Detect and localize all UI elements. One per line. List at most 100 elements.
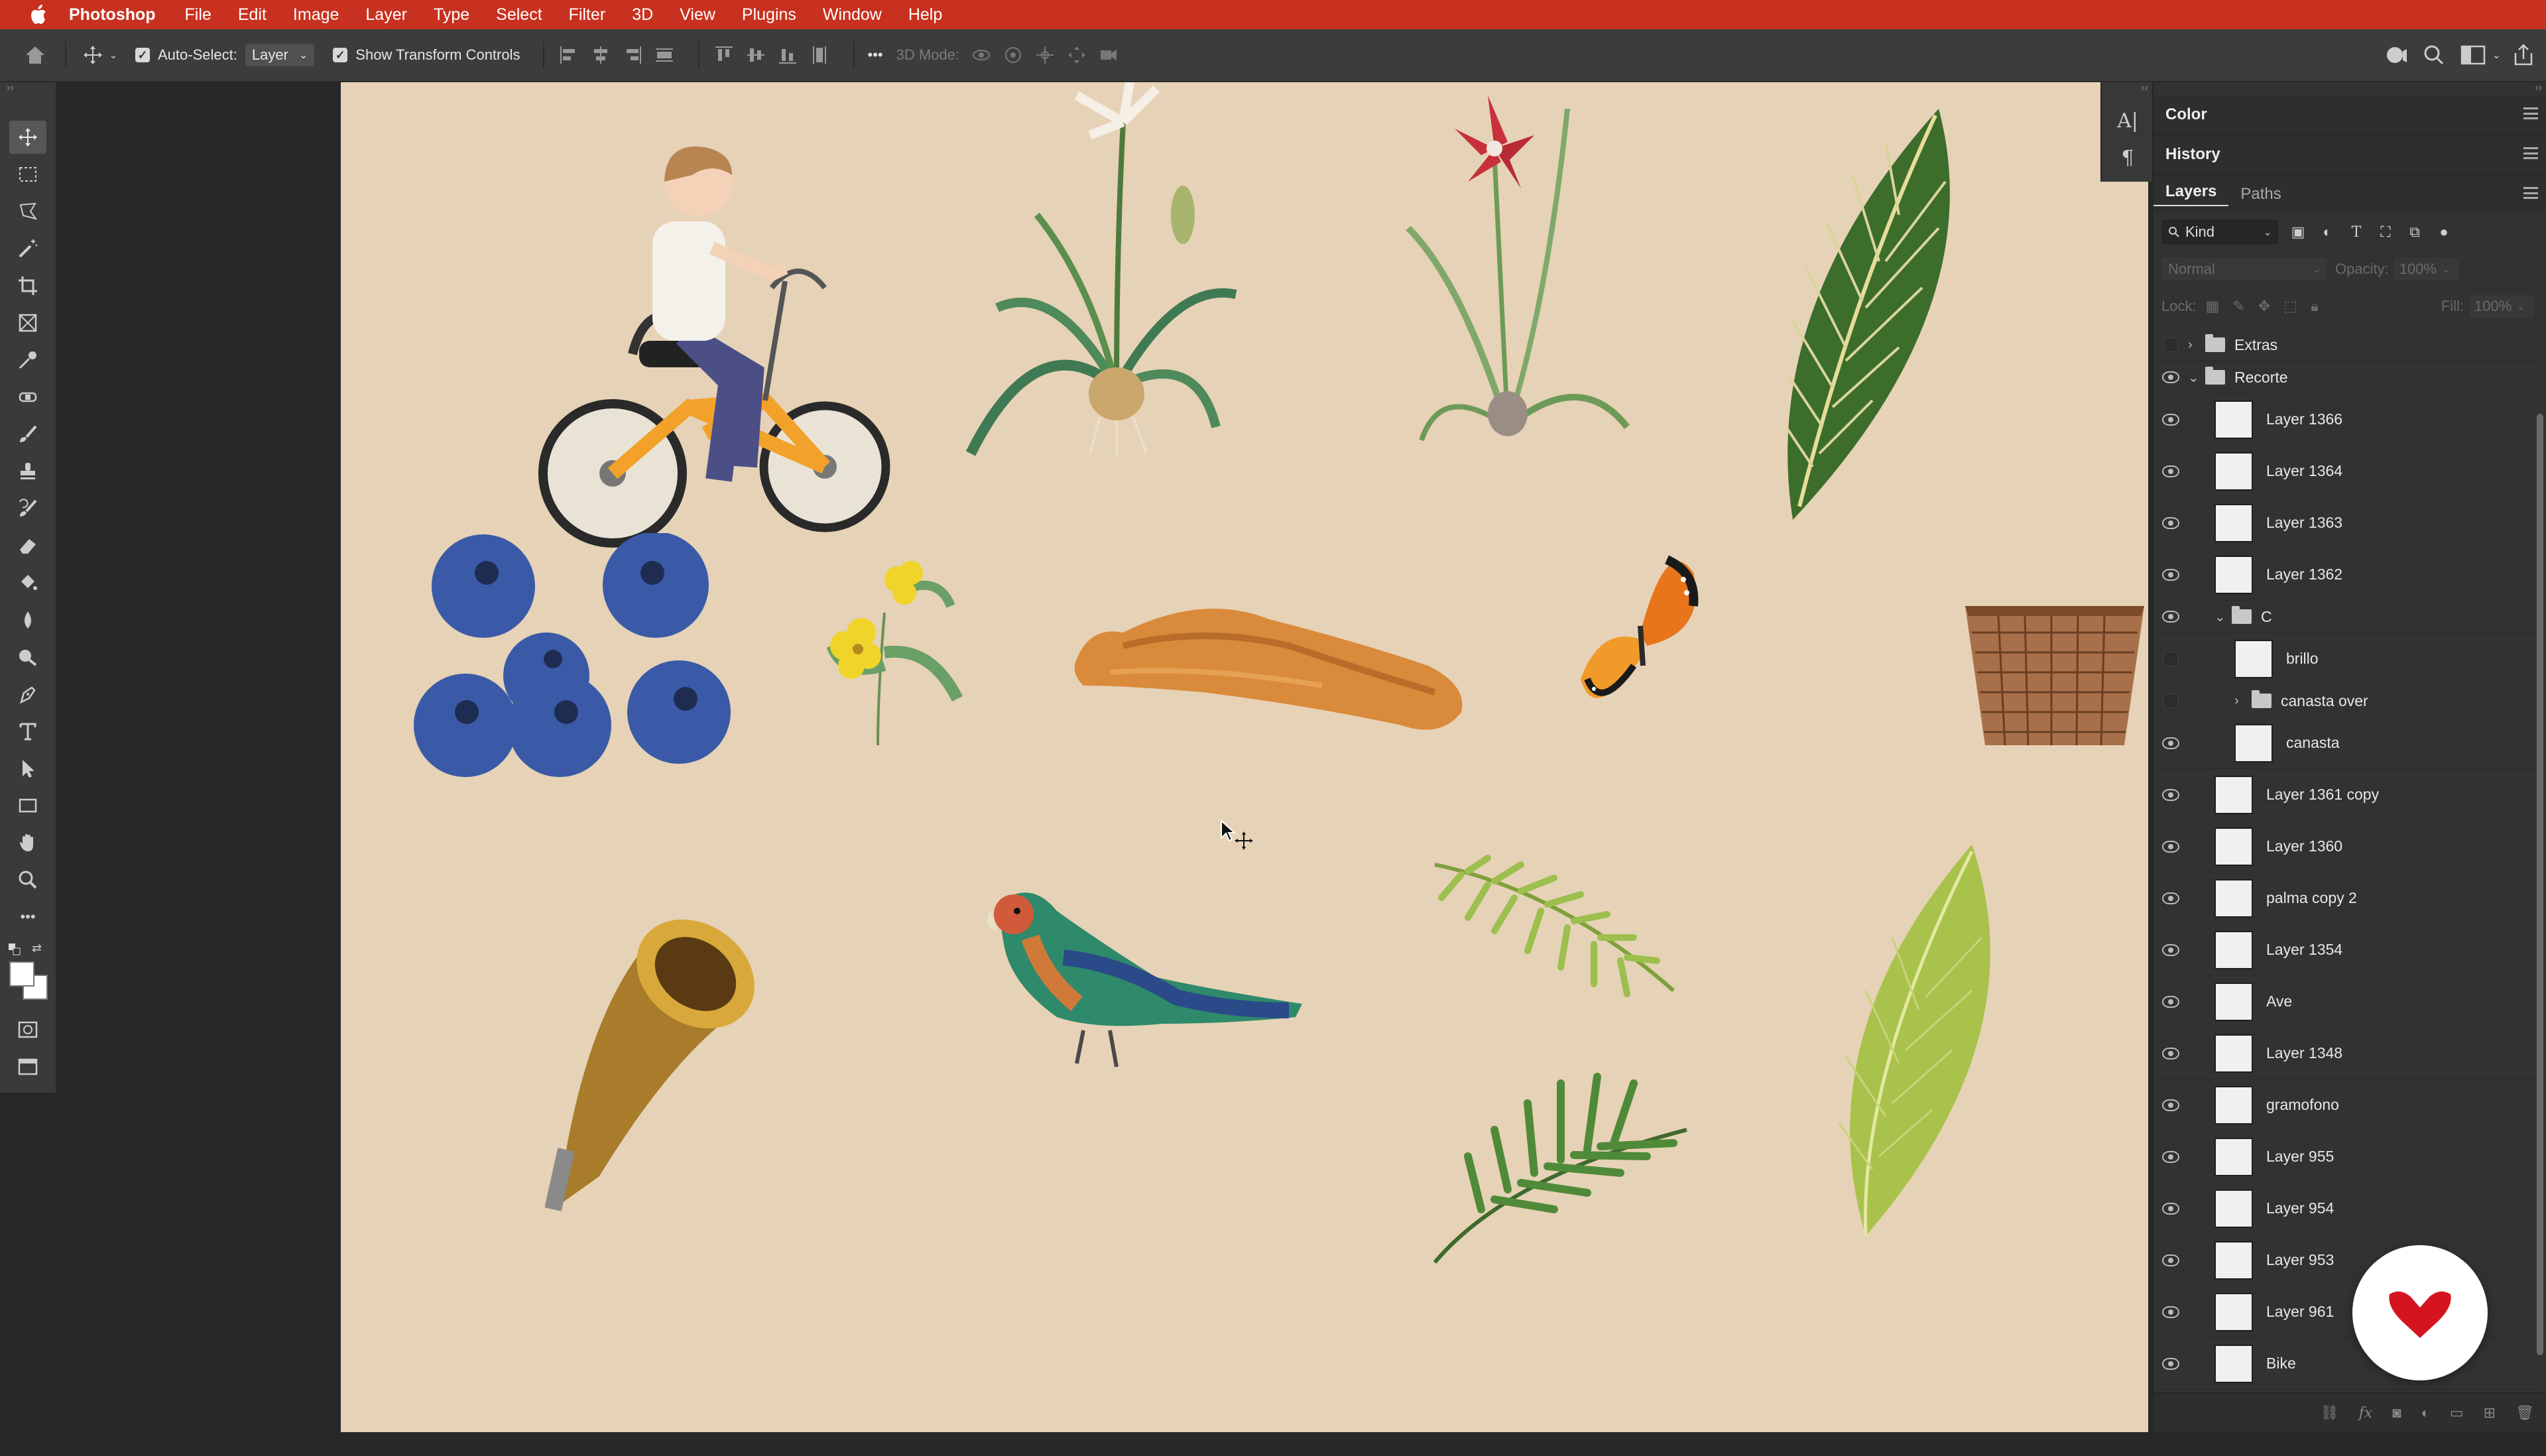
type-filter-icon[interactable]: T bbox=[2347, 223, 2366, 241]
dodge-tool-icon[interactable] bbox=[9, 640, 46, 674]
visibility-toggle[interactable] bbox=[2153, 1202, 2188, 1215]
menu-type[interactable]: Type bbox=[434, 5, 469, 25]
menu-view[interactable]: View bbox=[680, 5, 715, 25]
dock-grip-icon[interactable]: ›› bbox=[2153, 82, 2546, 95]
move-tool-preset-icon[interactable] bbox=[80, 42, 106, 68]
visibility-toggle[interactable] bbox=[2153, 892, 2188, 904]
visibility-toggle[interactable] bbox=[2153, 371, 2188, 383]
filter-toggle-icon[interactable]: ● bbox=[2435, 223, 2453, 241]
layer-row[interactable]: Layer 955 bbox=[2153, 1131, 2538, 1183]
toolbar-grip-icon[interactable]: ›› bbox=[0, 82, 56, 102]
visibility-toggle[interactable] bbox=[2153, 516, 2188, 529]
show-transform-checkbox[interactable]: ✓ bbox=[333, 48, 348, 62]
shape-filter-icon[interactable]: ⛶ bbox=[2376, 223, 2395, 241]
history-panel-header[interactable]: History bbox=[2153, 135, 2546, 175]
crop-tool-icon[interactable] bbox=[9, 269, 46, 302]
opacity-field[interactable]: 100% ⌄ bbox=[2394, 258, 2459, 280]
pixel-filter-icon[interactable]: ▣ bbox=[2289, 223, 2307, 241]
menu-window[interactable]: Window bbox=[823, 5, 882, 25]
link-layers-icon[interactable]: ⛓ bbox=[2321, 1404, 2339, 1422]
auto-select-checkbox[interactable]: ✓ bbox=[135, 48, 150, 62]
delete-layer-icon[interactable]: 🗑︎ bbox=[2516, 1404, 2534, 1422]
smart-object-filter-icon[interactable]: ⧉ bbox=[2405, 223, 2424, 241]
visibility-toggle[interactable] bbox=[2153, 995, 2188, 1008]
menu-edit[interactable]: Edit bbox=[238, 5, 267, 25]
menu-layer[interactable]: Layer bbox=[365, 5, 407, 25]
chevron-down-icon[interactable]: ⌄ bbox=[2188, 369, 2201, 386]
visibility-toggle[interactable] bbox=[2153, 413, 2188, 426]
search-icon[interactable] bbox=[2422, 43, 2446, 67]
eraser-tool-icon[interactable] bbox=[9, 529, 46, 562]
clone-stamp-tool-icon[interactable] bbox=[9, 455, 46, 488]
parrot-image[interactable] bbox=[977, 878, 1309, 1097]
layer-row[interactable]: › canasta over bbox=[2153, 685, 2538, 717]
type-tool-icon[interactable] bbox=[9, 715, 46, 748]
tab-layers[interactable]: Layers bbox=[2153, 182, 2229, 206]
path-selection-tool-icon[interactable] bbox=[9, 752, 46, 785]
fill-field[interactable]: 100% ⌄ bbox=[2469, 295, 2534, 318]
share-icon[interactable] bbox=[2512, 42, 2535, 68]
layer-row[interactable]: Layer 1362 bbox=[2153, 549, 2538, 601]
panel-menu-icon[interactable] bbox=[2523, 147, 2538, 159]
visibility-toggle[interactable] bbox=[2153, 465, 2188, 477]
quick-mask-icon[interactable] bbox=[9, 1013, 46, 1046]
strip-grip-icon[interactable]: ‹‹ bbox=[2102, 82, 2153, 102]
workspace-icon[interactable] bbox=[2460, 44, 2487, 66]
visibility-toggle[interactable] bbox=[2153, 737, 2188, 749]
menu-file[interactable]: File bbox=[185, 5, 212, 25]
marquee-tool-icon[interactable] bbox=[9, 158, 46, 191]
foreground-color-swatch[interactable] bbox=[9, 961, 34, 987]
paint-bucket-tool-icon[interactable] bbox=[9, 566, 46, 599]
3d-orbit-icon[interactable] bbox=[970, 44, 993, 66]
panel-menu-icon[interactable] bbox=[2523, 107, 2538, 119]
menu-image[interactable]: Image bbox=[293, 5, 339, 25]
blur-tool-icon[interactable] bbox=[9, 603, 46, 637]
3d-roll-icon[interactable] bbox=[1002, 44, 1024, 66]
visibility-toggle[interactable] bbox=[2153, 1305, 2188, 1318]
tab-paths[interactable]: Paths bbox=[2228, 185, 2293, 204]
visibility-toggle[interactable] bbox=[2153, 694, 2188, 708]
hand-tool-icon[interactable] bbox=[9, 826, 46, 859]
lily-flower-image[interactable] bbox=[957, 82, 1243, 460]
new-group-icon[interactable]: ▭ bbox=[2450, 1404, 2464, 1422]
pen-tool-icon[interactable] bbox=[9, 678, 46, 711]
magic-wand-tool-icon[interactable] bbox=[9, 232, 46, 265]
basket-image[interactable] bbox=[1959, 586, 2148, 758]
menu-help[interactable]: Help bbox=[908, 5, 942, 25]
add-mask-icon[interactable]: ◙ bbox=[2392, 1404, 2401, 1422]
layer-row[interactable]: Bike bbox=[2153, 1338, 2538, 1390]
chevron-down-icon[interactable]: ⌄ bbox=[2492, 48, 2501, 62]
layer-row[interactable]: ⌄ C bbox=[2153, 601, 2538, 633]
rectangle-tool-icon[interactable] bbox=[9, 789, 46, 822]
layer-row[interactable]: Layer 1364 bbox=[2153, 446, 2538, 497]
chevron-right-icon[interactable]: › bbox=[2234, 694, 2248, 709]
menu-3d[interactable]: 3D bbox=[632, 5, 653, 25]
move-tool-icon[interactable] bbox=[9, 121, 46, 154]
orange-fabric-image[interactable] bbox=[1070, 586, 1468, 745]
chevron-down-icon[interactable]: ⌄ bbox=[2214, 609, 2228, 625]
align-vertical-center-icon[interactable] bbox=[745, 44, 767, 66]
lasso-tool-icon[interactable] bbox=[9, 195, 46, 228]
menu-select[interactable]: Select bbox=[496, 5, 542, 25]
visibility-toggle[interactable] bbox=[2153, 337, 2188, 352]
paragraph-panel-icon[interactable]: ¶ bbox=[2102, 139, 2153, 176]
healing-brush-tool-icon[interactable] bbox=[9, 381, 46, 414]
auto-select-dropdown[interactable]: Layer ⌄ bbox=[245, 44, 315, 66]
layer-row[interactable]: Layer 1360 bbox=[2153, 821, 2538, 873]
history-brush-tool-icon[interactable] bbox=[9, 492, 46, 525]
layer-row[interactable]: Layer 1363 bbox=[2153, 497, 2538, 549]
layer-row[interactable]: brillo bbox=[2153, 633, 2538, 685]
visibility-toggle[interactable] bbox=[2153, 1150, 2188, 1163]
layer-row[interactable]: Layer 1361 copy bbox=[2153, 769, 2538, 821]
blend-mode-dropdown[interactable]: Normal ⌄ bbox=[2161, 258, 2327, 280]
layer-row[interactable]: Layer 1348 bbox=[2153, 1028, 2538, 1079]
eyedropper-tool-icon[interactable] bbox=[9, 343, 46, 377]
blueberries-image[interactable] bbox=[414, 533, 745, 792]
align-bottom-icon[interactable] bbox=[776, 44, 799, 66]
gramophone-image[interactable] bbox=[540, 898, 765, 1216]
align-right-icon[interactable] bbox=[621, 44, 644, 66]
zoom-tool-icon[interactable] bbox=[9, 863, 46, 896]
tab-history[interactable]: History bbox=[2153, 145, 2232, 164]
panel-menu-icon[interactable] bbox=[2523, 187, 2538, 199]
frame-tool-icon[interactable] bbox=[9, 306, 46, 339]
